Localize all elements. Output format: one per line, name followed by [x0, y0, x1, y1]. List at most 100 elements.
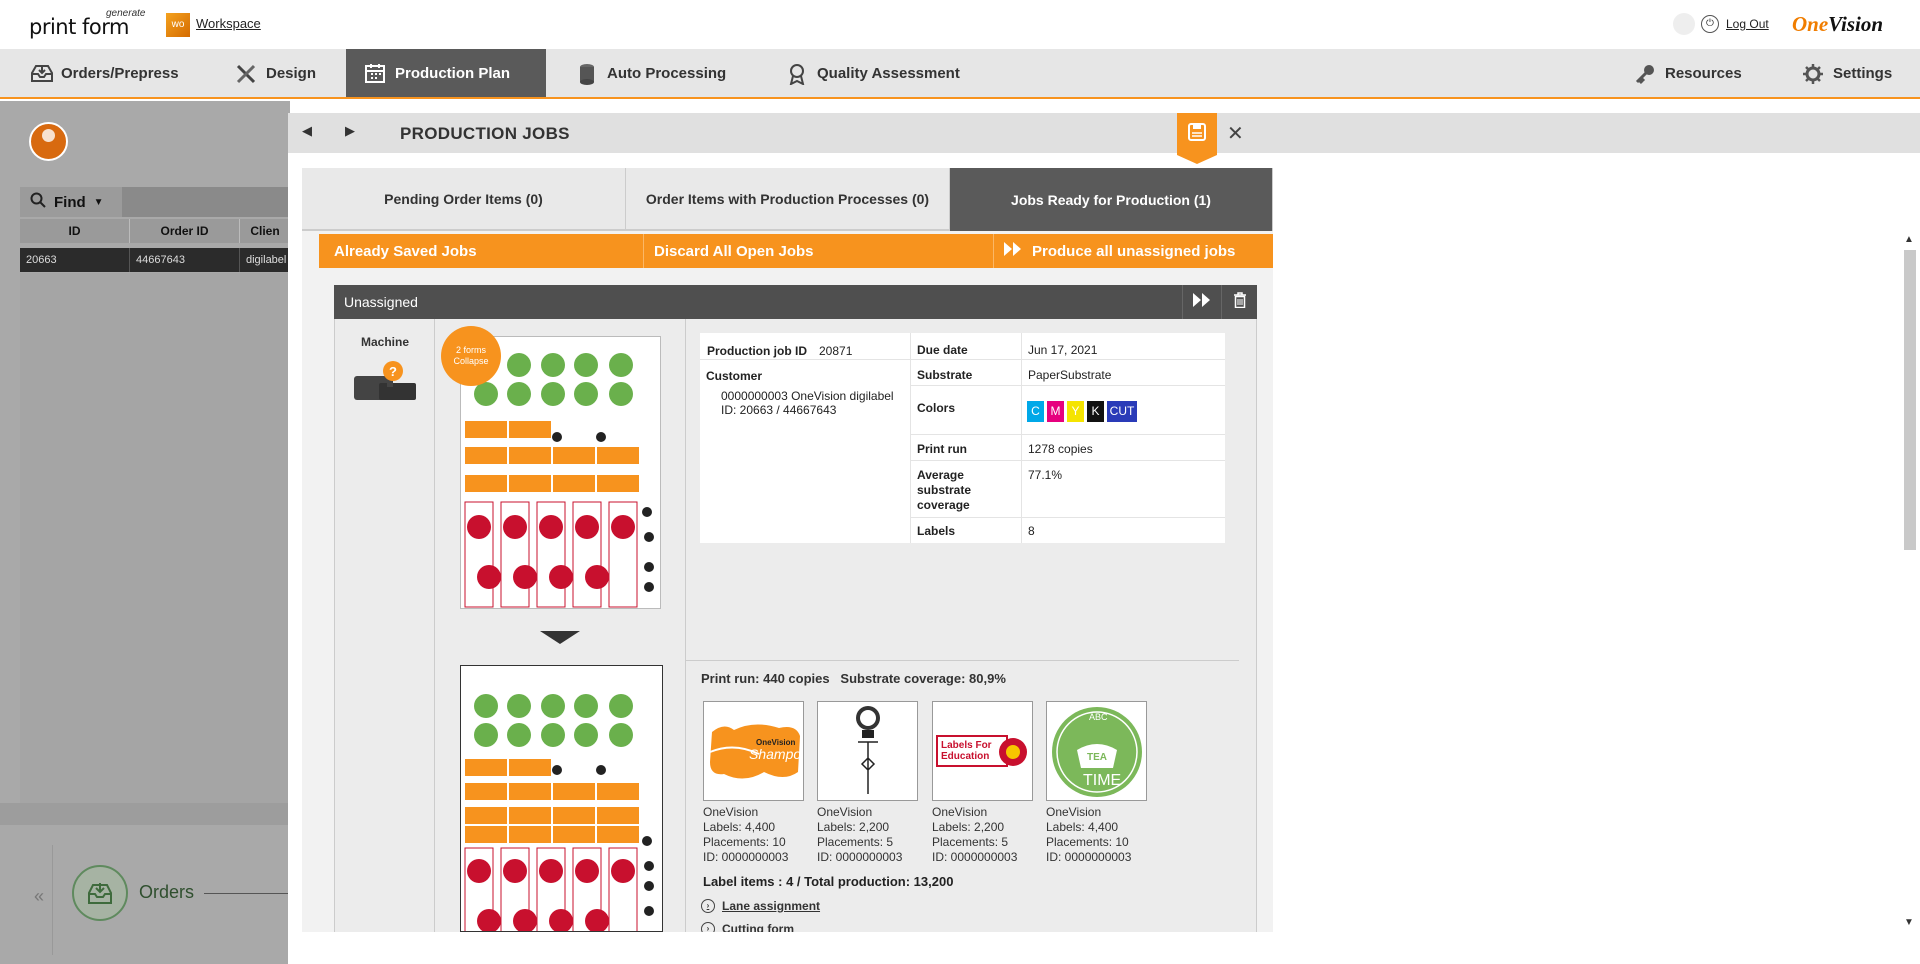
table-row[interactable]: 20663 44667643 digilabel: [20, 248, 290, 272]
customer-value: 0000000003 OneVision digilabel: [721, 389, 894, 403]
close-icon[interactable]: ✕: [1227, 121, 1244, 146]
color-swatch-cut: CUT: [1107, 401, 1137, 422]
tab-jobs-ready[interactable]: Jobs Ready for Production (1): [950, 168, 1273, 231]
onevision-logo: OneVision: [1792, 12, 1884, 36]
divider: [910, 517, 1225, 518]
nav-label: Quality Assessment: [817, 64, 960, 82]
color-swatch-c: C: [1027, 401, 1044, 422]
machine-column: [335, 319, 435, 932]
group-header: [334, 285, 1257, 319]
nav-design[interactable]: Design: [217, 49, 334, 97]
label-item-caption: OneVision Labels: 2,200 Placements: 5 ID: 0…: [932, 805, 1018, 864]
fast-forward-icon: [1004, 242, 1022, 260]
divider: [910, 385, 1225, 386]
divider: [1021, 333, 1022, 543]
tab-pending-order-items[interactable]: Pending Order Items (0): [302, 168, 626, 231]
nav-label: Orders/Prepress: [61, 64, 179, 82]
power-icon[interactable]: ⏻: [1701, 15, 1719, 33]
logout-link[interactable]: Log Out: [1726, 17, 1769, 31]
print-run-label: Print run: [917, 442, 967, 456]
label-thumbnail-bottle[interactable]: [817, 701, 918, 801]
table-cell: 20663: [20, 248, 130, 272]
top-header: print form generate wo Workspace ⏻ Log O…: [0, 0, 1920, 49]
job-id-value: 20871: [819, 344, 853, 358]
grid-body: [20, 273, 290, 803]
label-item-caption: OneVision Labels: 2,200 Placements: 5 ID: 0…: [817, 805, 903, 864]
label-thumbnail-education[interactable]: Labels For Education: [932, 701, 1033, 801]
orders-step-icon[interactable]: [72, 865, 128, 921]
forms-collapse-badge[interactable]: 2 forms Collapse: [441, 326, 501, 386]
label-items-total: Label items : 4 / Total production: 13,2…: [703, 874, 954, 889]
previous-arrow-icon[interactable]: ◀: [302, 123, 312, 139]
machine-label: Machine: [360, 335, 409, 349]
cutting-form-icon: ›: [701, 922, 715, 932]
lane-assignment-link[interactable]: › Lane assignment: [701, 899, 820, 913]
printform-logo-sup: generate: [106, 8, 146, 19]
discard-all-open-jobs-button[interactable]: Discard All Open Jobs: [654, 234, 814, 268]
chevron-left-icon[interactable]: «: [34, 886, 44, 907]
produce-all-unassigned-button[interactable]: Produce all unassigned jobs: [1004, 234, 1235, 268]
scroll-down-icon[interactable]: ▼: [1904, 917, 1914, 928]
delete-group-button[interactable]: [1221, 285, 1257, 319]
form-print-run: Print run: 440 copies Substrate coverage…: [701, 671, 1006, 686]
trash-icon: [1233, 291, 1247, 313]
collapse-arrow-icon[interactable]: [540, 631, 580, 644]
column-header[interactable]: Clien: [240, 219, 290, 243]
nav-label: Production Plan: [395, 64, 511, 82]
inbox-icon: [30, 63, 53, 83]
nav-settings[interactable]: Settings: [1784, 49, 1910, 97]
nav-label: Resources: [1665, 64, 1742, 82]
divider: [910, 434, 1225, 435]
dialog-title: PRODUCTION JOBS: [400, 124, 570, 143]
label-thumbnail-shampoo[interactable]: OneVision Shampoo: [703, 701, 804, 801]
divider: [700, 359, 910, 360]
cutting-form-link[interactable]: › Cutting form: [701, 922, 794, 932]
column-header[interactable]: ID: [20, 219, 130, 243]
scrollbar-thumb[interactable]: [1904, 250, 1916, 550]
workspace-icon[interactable]: wo: [166, 13, 190, 37]
column-header[interactable]: Order ID: [130, 219, 240, 243]
labels-value: 8: [1028, 524, 1035, 538]
nav-production-plan[interactable]: Production Plan: [346, 49, 546, 97]
nav-resources[interactable]: Resources: [1616, 49, 1760, 97]
tab-order-items-with-processes[interactable]: Order Items with Production Processes (0…: [626, 168, 950, 231]
produce-all-label: Produce all unassigned jobs: [1032, 242, 1236, 260]
status-indicator: [1673, 13, 1695, 35]
produce-group-button[interactable]: [1182, 285, 1220, 319]
save-button-pointer: [1177, 155, 1217, 164]
divider: [910, 460, 1225, 461]
nav-quality-assessment[interactable]: Quality Assessment: [768, 49, 978, 97]
design-tools-icon: [235, 63, 257, 84]
workspace-link[interactable]: Workspace: [196, 16, 261, 31]
save-button[interactable]: [1177, 113, 1217, 155]
nav-label: Design: [266, 64, 317, 82]
next-arrow-icon[interactable]: ▶: [345, 123, 355, 139]
divider: [910, 359, 1225, 360]
nav-auto-processing[interactable]: Auto Processing: [558, 49, 744, 97]
labels-label: Labels: [917, 524, 956, 538]
label-thumbnail-tea[interactable]: ABC TEA TIME: [1046, 701, 1147, 801]
avatar-silhouette: [42, 129, 55, 142]
scroll-up-icon[interactable]: ▲: [1904, 234, 1914, 245]
svg-text:?: ?: [389, 364, 397, 379]
award-icon: [786, 63, 808, 86]
roll-icon: [576, 63, 598, 85]
form-preview-sheet[interactable]: [460, 665, 663, 932]
substrate-value: PaperSubstrate: [1028, 368, 1112, 382]
find-button[interactable]: Find ▼: [20, 187, 122, 217]
customer-label: Customer: [706, 369, 763, 383]
chevron-down-icon: ▼: [93, 196, 104, 208]
fast-forward-icon: [1192, 292, 1211, 312]
main-nav: Orders/Prepress Design Production Plan A…: [0, 49, 1920, 99]
orders-step-label: Orders: [139, 882, 195, 902]
group-title: Unassigned: [344, 294, 418, 310]
already-saved-jobs-button[interactable]: Already Saved Jobs: [334, 234, 477, 268]
avg-coverage-value: 77.1%: [1028, 468, 1063, 482]
search-icon: [30, 192, 46, 212]
key-icon: [1634, 63, 1656, 85]
nav-label: Settings: [1833, 64, 1893, 82]
unknown-machine-icon[interactable]: ?: [353, 361, 417, 400]
color-swatch-m: M: [1047, 401, 1064, 422]
nav-orders-prepress[interactable]: Orders/Prepress: [12, 49, 197, 97]
label-item-caption: OneVision Labels: 4,400 Placements: 10 ID: …: [1046, 805, 1132, 864]
